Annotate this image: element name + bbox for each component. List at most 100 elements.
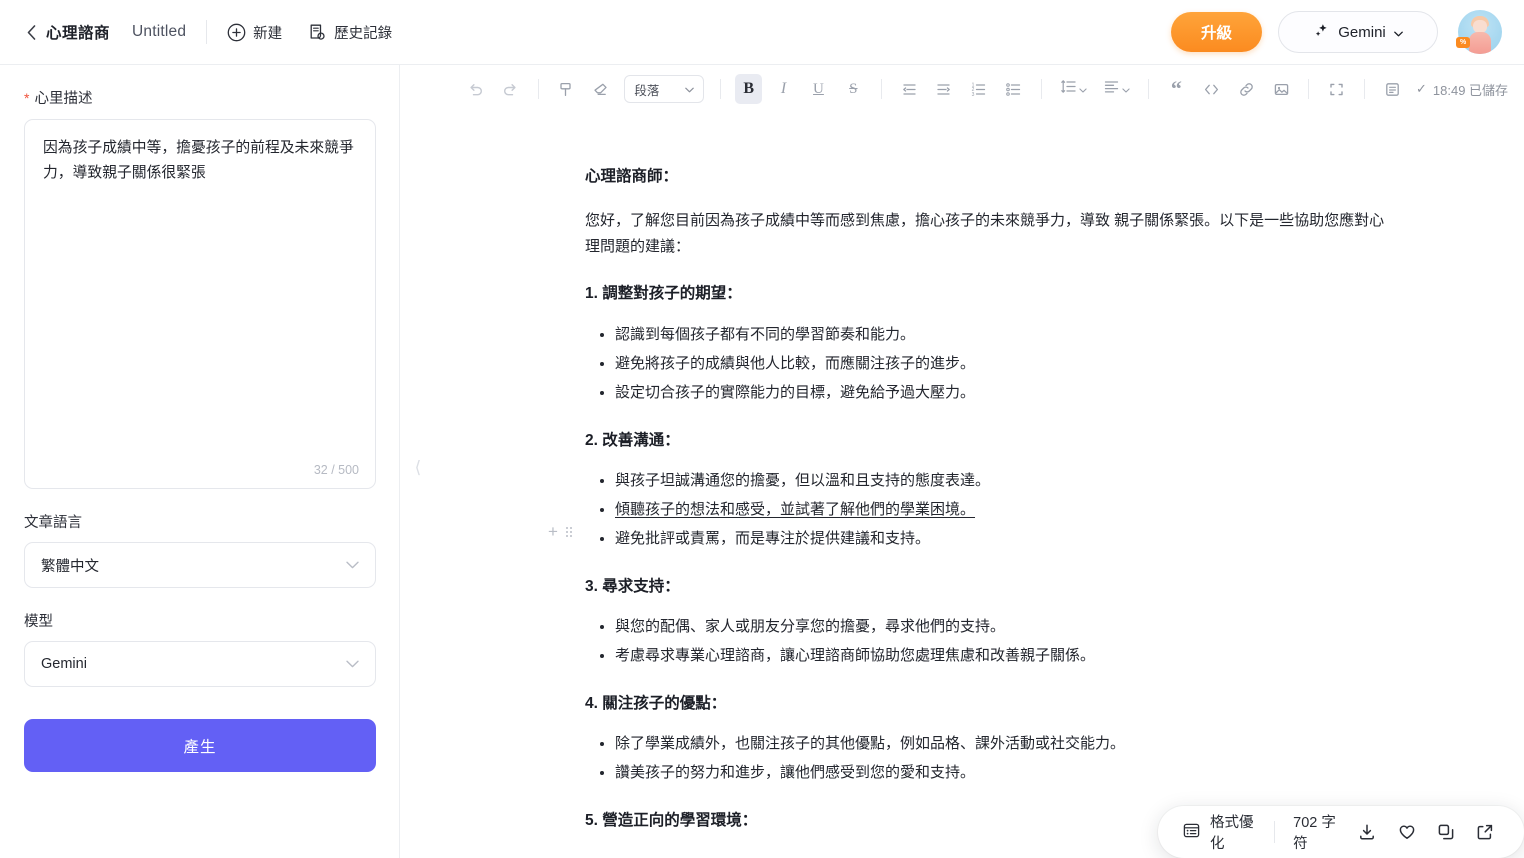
model-label: 模型	[24, 614, 53, 630]
bold-button[interactable]: B	[735, 74, 763, 104]
description-input-value: 因為孩子成績中等，擔憂孩子的前程及未來競爭力，導致親子關係很緊張	[43, 140, 354, 181]
list-item: 考慮尋求專業心理諮商，讓心理諮商師協助您處理焦慮和改善親子關係。	[615, 641, 1394, 670]
editor-area: ⟨ 段落 B I U S 1 2 3 “ ✓ 18:49 已儲存 心理諮商師： …	[400, 65, 1524, 858]
strikethrough-button[interactable]: S	[840, 74, 867, 104]
floating-bar-separator	[1274, 821, 1276, 843]
language-select[interactable]: 繁體中文	[24, 542, 376, 588]
clear-format-icon[interactable]	[588, 74, 615, 104]
indent-icon[interactable]	[931, 74, 958, 104]
new-button[interactable]: 新建	[227, 22, 282, 43]
doc-section-list: 認識到每個孩子都有不同的學習節奏和能力。 避免將孩子的成績與他人比較，而應關注孩…	[585, 320, 1394, 407]
paragraph-style-select[interactable]: 段落	[624, 75, 705, 103]
list-item: 除了學業成績外，也關注孩子的其他優點，例如品格、課外活動或社交能力。	[615, 729, 1394, 758]
image-icon[interactable]	[1268, 74, 1295, 104]
chevron-down-icon	[685, 82, 695, 96]
ordered-list-icon[interactable]: 123	[965, 74, 992, 104]
generate-button[interactable]: 產生	[24, 719, 376, 772]
doc-section-title: 2. 改善溝通：	[585, 431, 680, 449]
description-label-text: 心里描述	[34, 91, 93, 107]
history-button-label: 歷史記錄	[334, 25, 393, 42]
toolbar-separator	[1148, 79, 1149, 99]
top-bar: 心理諮商 Untitled 新建 歷史記錄 升級 Gemini %	[0, 0, 1524, 65]
heart-icon[interactable]	[1392, 815, 1421, 849]
format-optimize-icon	[1182, 821, 1201, 844]
doc-section-list: 除了學業成績外，也關注孩子的其他優點，例如品格、課外活動或社交能力。 讚美孩子的…	[585, 729, 1394, 787]
doc-section-list: 與孩子坦誠溝通您的擔憂，但以溫和且支持的態度表達。 傾聽孩子的想法和感受，並試著…	[585, 466, 1394, 553]
description-input[interactable]: 因為孩子成績中等，擔憂孩子的前程及未來競爭力，導致親子關係很緊張 32 / 50…	[24, 119, 376, 489]
save-status: ✓ 18:49 已儲存	[1416, 80, 1508, 99]
list-item: 與您的配偶、家人或朋友分享您的擔憂，尋求他們的支持。	[615, 612, 1394, 641]
caret-down-icon	[1393, 24, 1403, 41]
bullet-list-icon[interactable]	[1000, 74, 1027, 104]
model-selector-label: Gemini	[1338, 23, 1386, 41]
copy-icon[interactable]	[1431, 815, 1460, 849]
sparkle-icon	[1313, 22, 1330, 43]
document-canvas[interactable]: 心理諮商師： 您好，了解您目前因為孩子成績中等而感到焦慮，擔心孩子的未來競爭力，…	[400, 113, 1524, 858]
list-item: 讚美孩子的努力和進步，讓他們感受到您的愛和支持。	[615, 758, 1394, 787]
underline-label: U	[813, 80, 824, 97]
toolbar-separator	[537, 79, 539, 99]
strikethrough-label: S	[849, 80, 858, 97]
chevron-down-icon	[346, 561, 359, 569]
block-handles: +	[548, 523, 572, 540]
avatar-body	[1469, 32, 1491, 54]
doc-section-title: 1. 調整對孩子的期望：	[585, 285, 742, 303]
quote-icon[interactable]: “	[1163, 74, 1190, 104]
drag-block-icon[interactable]	[565, 526, 572, 537]
new-button-label: 新建	[253, 25, 283, 42]
italic-button[interactable]: I	[770, 74, 797, 104]
format-paint-icon[interactable]	[553, 74, 580, 104]
external-link-icon[interactable]	[1471, 815, 1500, 849]
toolbar-separator	[1308, 79, 1310, 99]
model-select-value: Gemini	[41, 656, 87, 672]
list-item: 與孩子坦誠溝通您的擔憂，但以溫和且支持的態度表達。	[615, 466, 1394, 495]
link-icon[interactable]	[1233, 74, 1260, 104]
paragraph-style-value: 段落	[634, 83, 660, 98]
toolbar-separator	[1364, 79, 1366, 99]
fullscreen-icon[interactable]	[1323, 74, 1350, 104]
description-char-count: 32 / 500	[313, 463, 359, 477]
chevron-down-icon	[1122, 80, 1130, 98]
toolbar-separator	[720, 79, 722, 99]
underline-button[interactable]: U	[805, 74, 832, 104]
avatar-discount-badge: %	[1456, 37, 1471, 48]
line-height-button[interactable]	[1055, 74, 1092, 104]
doc-intro: 您好，了解您目前因為孩子成績中等而感到焦慮，擔心孩子的未來競爭力，導致 親子關係…	[585, 212, 1385, 256]
doc-section-list: 與您的配偶、家人或朋友分享您的擔憂，尋求他們的支持。 考慮尋求專業心理諮商，讓心…	[585, 612, 1394, 670]
document-title[interactable]: Untitled	[132, 23, 186, 41]
app-root: 心理諮商 Untitled 新建 歷史記錄 升級 Gemini % * 心里描述…	[0, 0, 1524, 858]
model-selector[interactable]: Gemini	[1278, 11, 1438, 53]
avatar[interactable]: %	[1456, 10, 1502, 54]
app-title: 心理諮商	[46, 25, 111, 42]
model-select[interactable]: Gemini	[24, 641, 376, 687]
list-item: 避免批評或責罵，而是專注於提供建議和支持。	[615, 524, 1394, 553]
align-icon	[1103, 78, 1120, 100]
back-button[interactable]	[22, 23, 40, 41]
editor-toolbar: 段落 B I U S 1 2 3 “ ✓ 18:49 已儲存	[400, 65, 1524, 113]
undo-icon[interactable]	[462, 74, 489, 104]
list-item: 傾聽孩子的想法和感受，並試著了解他們的學業困境。	[615, 495, 1394, 524]
sidebar-form: * 心里描述 因為孩子成績中等，擔憂孩子的前程及未來競爭力，導致親子關係很緊張 …	[0, 65, 400, 858]
description-label: * 心里描述	[24, 87, 375, 108]
download-icon[interactable]	[1353, 815, 1382, 849]
list-item: 設定切合孩子的實際能力的目標，避免給予過大壓力。	[615, 378, 1394, 407]
redo-icon[interactable]	[497, 74, 524, 104]
required-marker: *	[24, 89, 30, 106]
code-icon[interactable]	[1198, 74, 1225, 104]
line-height-icon	[1060, 78, 1077, 100]
list-item: 避免將孩子的成績與他人比較，而應關注孩子的進步。	[615, 349, 1394, 378]
history-document-icon	[308, 23, 327, 42]
plus-circle-icon	[227, 23, 246, 42]
format-optimize-button[interactable]: 格式優化	[1182, 811, 1256, 853]
toolbar-divider	[206, 20, 208, 44]
floating-action-bar: 格式優化 702 字符	[1158, 806, 1524, 858]
save-icon[interactable]	[1379, 74, 1406, 104]
outdent-icon[interactable]	[896, 74, 923, 104]
add-block-icon[interactable]: +	[548, 523, 558, 540]
chevron-down-icon	[346, 660, 359, 668]
language-label: 文章語言	[24, 515, 82, 531]
upgrade-button[interactable]: 升級	[1170, 12, 1262, 52]
align-button[interactable]	[1098, 74, 1135, 104]
doc-section-title: 3. 尋求支持：	[585, 577, 680, 595]
history-button[interactable]: 歷史記錄	[308, 22, 392, 43]
